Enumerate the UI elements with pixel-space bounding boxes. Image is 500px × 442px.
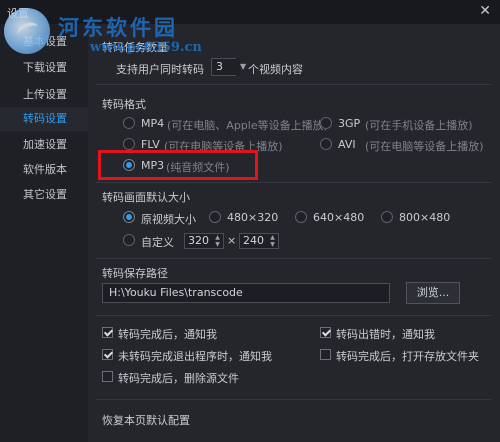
format-flv-radio[interactable] (123, 138, 135, 150)
notify-error-label: 转码出错时，通知我 (336, 328, 435, 341)
settings-sidebar: 基本设置 下载设置 上传设置 转码设置 加速设置 软件版本 其它设置 (0, 24, 88, 442)
settings-content: 转码任务数量 支持用户同时转码 3 ▼ 个视频内容 转码格式 MP4 (可在电脑… (88, 24, 500, 442)
stepper-down-icon[interactable]: ▼ (213, 241, 222, 248)
task-count-select[interactable]: 3 (211, 58, 237, 76)
format-avi-radio[interactable] (320, 138, 332, 150)
format-mp3-label: MP3 (141, 159, 165, 172)
stepper-up-icon[interactable]: ▲ (268, 234, 277, 241)
save-path-title: 转码保存路径 (102, 267, 168, 280)
size-800x480-label: 800×480 (399, 211, 451, 224)
restore-defaults-link[interactable]: 恢复本页默认配置 (102, 412, 190, 428)
size-title: 转码画面默认大小 (102, 191, 190, 204)
chevron-down-icon[interactable]: ▼ (240, 58, 246, 76)
divider (96, 399, 492, 400)
notify-complete-label: 转码完成后，通知我 (118, 328, 217, 341)
format-3gp-desc: (可在手机设备上播放) (365, 119, 473, 132)
sidebar-item-basic[interactable]: 基本设置 (0, 30, 88, 54)
custom-times-sign: × (227, 234, 237, 247)
divider (96, 182, 492, 183)
save-path-input[interactable]: H:\Youku Files\transcode (102, 283, 390, 303)
stepper-up-icon[interactable]: ▲ (213, 234, 222, 241)
window-title: 设置 (7, 7, 29, 20)
format-flv-label: FLV (141, 138, 160, 151)
notify-exit-label: 未转码完成退出程序时，通知我 (118, 350, 272, 363)
size-custom-label: 自定义 (141, 236, 174, 249)
task-count-title: 转码任务数量 (102, 41, 168, 54)
task-count-prefix: 支持用户同时转码 (116, 63, 204, 76)
open-folder-checkbox[interactable] (320, 349, 331, 360)
title-bar: 设置 ✕ (0, 0, 500, 24)
format-mp3-desc: (纯音频文件) (166, 161, 230, 174)
size-480x320-radio[interactable] (209, 211, 221, 223)
task-count-suffix: 个视频内容 (248, 63, 303, 76)
custom-width-stepper[interactable]: 320 ▲ ▼ (184, 233, 224, 249)
format-3gp-radio[interactable] (320, 117, 332, 129)
delete-source-label: 转码完成后，删除源文件 (118, 372, 239, 385)
custom-height-value: 240 (243, 234, 264, 247)
size-original-radio[interactable] (123, 211, 135, 223)
size-640x480-label: 640×480 (313, 211, 365, 224)
size-custom-radio[interactable] (123, 234, 135, 246)
delete-source-checkbox[interactable] (102, 371, 113, 382)
format-avi-desc: (可在电脑等设备上播放) (365, 140, 484, 153)
format-mp4-desc: (可在电脑、Apple等设备上播放) (167, 119, 328, 132)
format-mp3-radio[interactable] (123, 159, 135, 171)
sidebar-item-transcode[interactable]: 转码设置 (0, 107, 88, 131)
notify-error-checkbox[interactable] (320, 327, 331, 338)
format-mp4-radio[interactable] (123, 117, 135, 129)
size-800x480-radio[interactable] (381, 211, 393, 223)
size-480x320-label: 480×320 (227, 211, 279, 224)
sidebar-item-upload[interactable]: 上传设置 (0, 83, 88, 107)
custom-width-value: 320 (188, 234, 209, 247)
divider (96, 84, 492, 85)
stepper-down-icon[interactable]: ▼ (268, 241, 277, 248)
format-3gp-label: 3GP (338, 117, 361, 130)
format-mp4-label: MP4 (141, 117, 165, 130)
size-640x480-radio[interactable] (295, 211, 307, 223)
task-count-value: 3 (216, 60, 223, 73)
open-folder-label: 转码完成后，打开存放文件夹 (336, 350, 479, 363)
browse-button[interactable]: 浏览... (406, 282, 460, 304)
sidebar-item-download[interactable]: 下载设置 (0, 56, 88, 80)
size-original-label: 原视频大小 (141, 213, 196, 226)
divider (96, 258, 492, 259)
sidebar-item-acceleration[interactable]: 加速设置 (0, 133, 88, 157)
format-avi-label: AVI (338, 138, 356, 151)
notify-exit-checkbox[interactable] (102, 349, 113, 360)
sidebar-item-other[interactable]: 其它设置 (0, 183, 88, 207)
close-icon[interactable]: ✕ (479, 3, 491, 19)
notify-complete-checkbox[interactable] (102, 327, 113, 338)
format-flv-desc: (可在电脑等设备上播放) (164, 140, 283, 153)
custom-height-stepper[interactable]: 240 ▲ ▼ (239, 233, 279, 249)
format-title: 转码格式 (102, 98, 146, 111)
divider (96, 315, 492, 316)
sidebar-item-version[interactable]: 软件版本 (0, 158, 88, 182)
